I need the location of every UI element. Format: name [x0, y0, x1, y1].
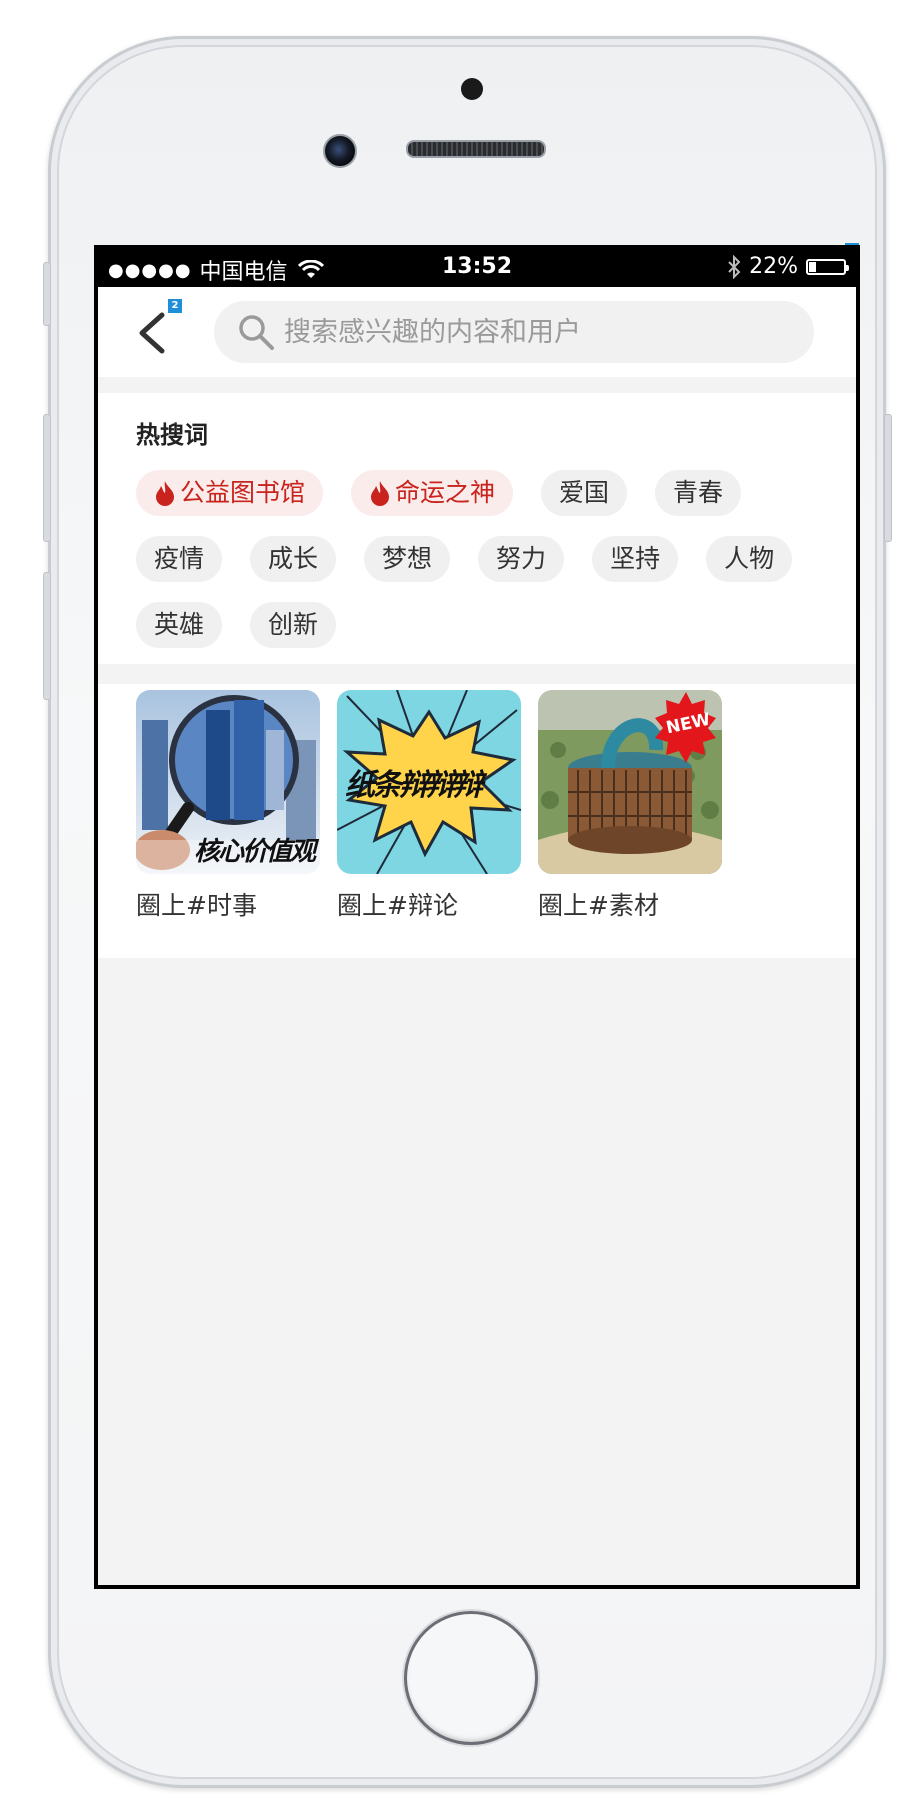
- earpiece-speaker: [406, 140, 546, 158]
- front-camera: [323, 134, 357, 168]
- tag[interactable]: 青春: [655, 470, 742, 516]
- tag[interactable]: 坚持: [592, 536, 679, 582]
- tag-label: 命运之神: [395, 478, 496, 507]
- volume-up-button: [43, 414, 51, 542]
- thumbnail-caption: 核心价值观: [193, 837, 316, 867]
- hot-tag[interactable]: 公益图书馆: [136, 470, 324, 516]
- card-label: 圈上#时事: [136, 891, 257, 920]
- battery-percent: 22%: [749, 254, 798, 279]
- battery-icon: [806, 258, 849, 275]
- tag-label: 爱国: [559, 478, 610, 507]
- tag-label: 人物: [724, 544, 775, 573]
- status-bar: ●●●●● 中国电信 13:52 22%: [98, 249, 856, 287]
- mute-switch: [43, 262, 51, 326]
- card-label: 圈上#素材: [538, 891, 659, 920]
- back-badge: 2: [168, 299, 182, 313]
- hot-tag[interactable]: 命运之神: [351, 470, 514, 516]
- power-button: [884, 414, 892, 542]
- circle-card-materials[interactable]: NEW 圈上#素材: [538, 690, 722, 922]
- hot-search-section: 热搜词 公益图书馆 命运之神 爱国 青春 疫情 成长 梦想 努力 坚持 人物 英…: [98, 393, 856, 664]
- search-box[interactable]: [214, 301, 814, 363]
- card-label: 圈上#辩论: [337, 891, 458, 920]
- card-thumbnail: 纸条辩辩辩: [337, 690, 521, 874]
- tag-label: 梦想: [382, 544, 433, 573]
- circle-card-debate[interactable]: 纸条辩辩辩 圈上#辩论: [337, 690, 521, 922]
- tag-label: 公益图书馆: [180, 478, 306, 507]
- tag-label: 英雄: [154, 610, 205, 639]
- tag-label: 创新: [268, 610, 319, 639]
- tag-label: 努力: [496, 544, 547, 573]
- tag[interactable]: 梦想: [364, 536, 451, 582]
- tag[interactable]: 努力: [478, 536, 565, 582]
- tag[interactable]: 英雄: [136, 602, 223, 648]
- status-right: 22%: [727, 254, 849, 279]
- home-button[interactable]: [404, 1611, 538, 1745]
- search-input[interactable]: [282, 315, 806, 349]
- hot-search-tags: 公益图书馆 命运之神 爱国 青春 疫情 成长 梦想 努力 坚持 人物 英雄 创新: [136, 470, 796, 648]
- proximity-sensor: [461, 78, 483, 100]
- tag-label: 成长: [268, 544, 319, 573]
- tag[interactable]: 成长: [250, 536, 337, 582]
- tag[interactable]: 创新: [250, 602, 337, 648]
- volume-down-button: [43, 572, 51, 700]
- back-arrow-icon[interactable]: [134, 309, 174, 357]
- hot-search-title: 热搜词: [136, 421, 208, 449]
- tag[interactable]: 人物: [706, 536, 793, 582]
- tag-label: 疫情: [154, 544, 205, 573]
- tag[interactable]: 爱国: [541, 470, 628, 516]
- card-thumbnail: NEW: [538, 690, 722, 874]
- tag-label: 青春: [673, 478, 724, 507]
- tag-label: 坚持: [610, 544, 661, 573]
- circle-card-current-affairs[interactable]: 核心价值观 圈上#时事: [136, 690, 320, 922]
- tag[interactable]: 疫情: [136, 536, 223, 582]
- battery-fill: [809, 261, 816, 272]
- flame-icon: [156, 481, 174, 506]
- bluetooth-icon: [728, 254, 741, 279]
- thumbnail-caption: 纸条辩辩辩: [345, 768, 483, 803]
- flame-icon: [371, 481, 390, 506]
- search-header: 2: [98, 287, 856, 377]
- search-icon: [239, 315, 274, 350]
- circle-cards: 核心价值观 圈上#时事 纸条辩辩辩 圈上#辩论 NEW 圈上#素材: [98, 684, 856, 958]
- card-thumbnail: 核心价值观: [136, 690, 320, 874]
- app-screen: ●●●●● 中国电信 13:52 22% 2 搜索感兴趣的内容和用户 热搜词 公…: [94, 245, 860, 1589]
